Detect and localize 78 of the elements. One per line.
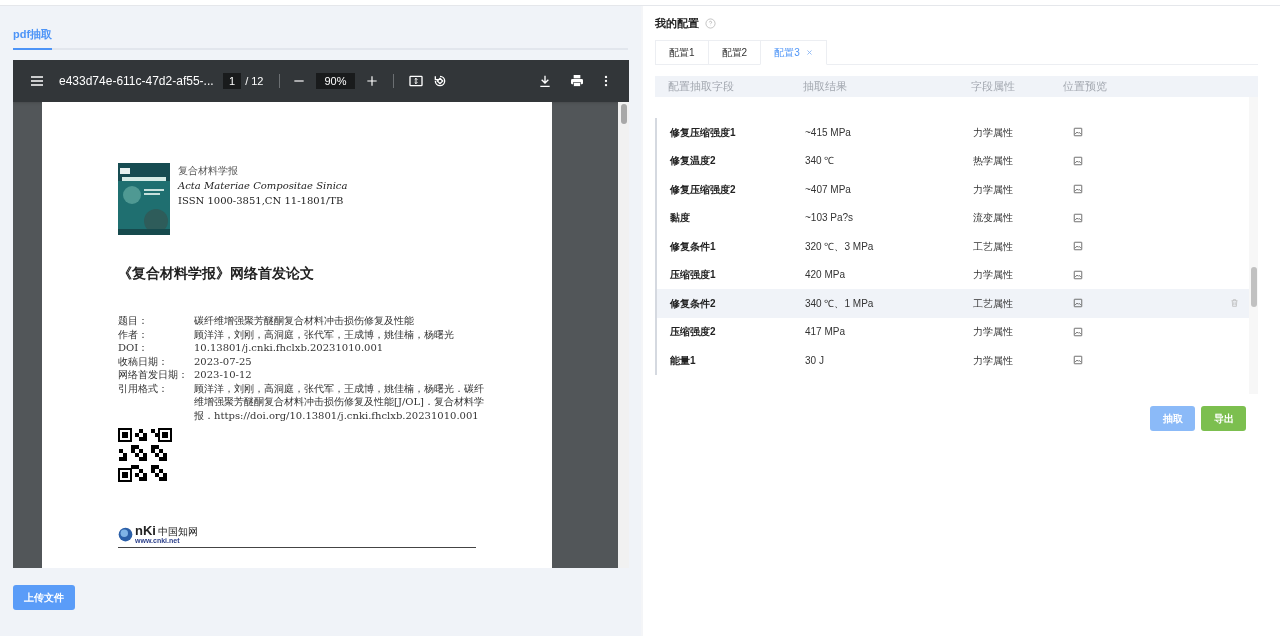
- meta-value: 顾洋洋，刘刚，高洞庭，张代军，王成博，姚佳楠，杨曙光．碳纤维增强聚芳醚酮复合材料冲击损伤修复及性能[J/OL]．复合材料学报．https://doi.org/10.13801/j.cnki.fhclxb.20231010.001: [194, 381, 486, 422]
- qr-code-icon: [118, 428, 172, 482]
- column-header: 配置抽取字段: [668, 79, 735, 95]
- meta-value: 顾洋洋，刘刚，高洞庭，张代军，王成博，姚佳楠，杨曙光: [194, 327, 454, 341]
- journal-name: 复合材料学报: [178, 164, 239, 177]
- table-cell-text: 修复压缩强度1: [670, 125, 737, 140]
- tab[interactable]: pdf抽取: [13, 24, 53, 50]
- image-icon[interactable]: [1073, 355, 1083, 366]
- table-cell-text: 流变属性: [973, 211, 1014, 226]
- close-icon[interactable]: [805, 49, 813, 56]
- meta-label: 网络首发日期：: [118, 368, 189, 382]
- page-total: / 12: [245, 73, 264, 89]
- meta-label: 收稿日期：: [118, 354, 169, 368]
- table-cell-text: 力学属性: [973, 125, 1014, 140]
- meta-label: 作者：: [118, 327, 149, 341]
- issn-text: ISSN 1000-3851,CN 11-1801/TB: [178, 194, 345, 207]
- download-icon[interactable]: [537, 73, 553, 89]
- table-cell-text: 420 MPa: [805, 268, 847, 283]
- table-cell-text: 修复条件1: [670, 239, 717, 254]
- menu-icon[interactable]: [29, 73, 45, 89]
- meta-value: 碳纤维增强聚芳醚酮复合材料冲击损伤修复及性能: [194, 314, 414, 328]
- column-header: 抽取结果: [803, 79, 848, 95]
- table-cell-text: 工艺属性: [973, 239, 1014, 254]
- table-cell-text: 力学属性: [973, 182, 1014, 197]
- logo-text: nKi: [135, 524, 156, 537]
- table-cell-text: 修复压缩强度2: [670, 182, 737, 197]
- table-cell-text: 力学属性: [973, 353, 1014, 368]
- extract-button[interactable]: 抽取: [1150, 406, 1195, 431]
- image-icon[interactable]: [1073, 298, 1083, 309]
- image-icon[interactable]: [1073, 212, 1083, 223]
- table-cell-text: 417 MPa: [805, 325, 847, 340]
- table-cell-text: 黏度: [670, 211, 691, 226]
- table-cell-text: ~103 Pa?s: [805, 211, 855, 226]
- column-header: 位置预览: [1063, 79, 1108, 95]
- tab[interactable]: 配置3: [760, 40, 827, 65]
- table-cell-text: 340 ℃: [805, 154, 836, 169]
- image-icon[interactable]: [1073, 241, 1083, 252]
- table-cell-text: 工艺属性: [973, 296, 1014, 311]
- table-cell-text: 30 J: [805, 353, 825, 368]
- table-cell-text: 修复条件2: [670, 296, 717, 311]
- print-icon[interactable]: [569, 73, 585, 89]
- image-icon[interactable]: [1073, 184, 1083, 195]
- globe-icon: [118, 526, 133, 542]
- image-icon[interactable]: [1073, 155, 1083, 166]
- image-icon[interactable]: [1073, 269, 1083, 280]
- table-cell-text: 能量1: [670, 353, 697, 368]
- upload-button[interactable]: 上传文件: [13, 585, 75, 610]
- tab[interactable]: 配置1: [655, 40, 709, 65]
- logo-text: 中国知网: [157, 527, 198, 537]
- table-cell-text: ~407 MPa: [805, 182, 852, 197]
- table-cell-text: 修复温度2: [670, 154, 717, 169]
- plus-icon[interactable]: [364, 74, 379, 88]
- page-number-field[interactable]: 1: [223, 73, 242, 89]
- export-button[interactable]: 导出: [1201, 406, 1246, 431]
- scrollbar[interactable]: [618, 102, 629, 568]
- table-cell-text: 压缩强度1: [670, 268, 717, 283]
- image-icon[interactable]: [1073, 127, 1083, 138]
- section-title: 我的配置: [655, 15, 699, 31]
- column-header: 字段属性: [971, 79, 1016, 95]
- table-cell-text: ~415 MPa: [805, 125, 852, 140]
- meta-label: 题目：: [118, 314, 149, 328]
- meta-value: 2023-10-12: [194, 368, 252, 382]
- zoom-field[interactable]: 90%: [316, 73, 355, 89]
- table-cell-text: 340 ℃、1 MPa: [805, 296, 875, 311]
- meta-label: DOI：: [118, 341, 150, 355]
- image-icon[interactable]: [1073, 326, 1083, 337]
- scrollbar[interactable]: [1249, 97, 1258, 394]
- table-cell-text: 320 ℃、3 MPa: [805, 239, 875, 254]
- table-cell-text: 力学属性: [973, 325, 1014, 340]
- table-cell-text: 力学属性: [973, 268, 1014, 283]
- meta-value: 10.13801/j.cnki.fhclxb.20231010.001: [194, 341, 384, 355]
- fit-page-icon[interactable]: [407, 73, 424, 89]
- journal-name-english: Acta Materiae Compositae Sinica: [178, 179, 348, 192]
- meta-label: 引用格式：: [118, 381, 169, 396]
- meta-value: 2023-07-25: [194, 354, 252, 368]
- table-cell-text: 热学属性: [973, 154, 1014, 169]
- paper-heading: 《复合材料学报》网络首发论文: [118, 264, 315, 283]
- table-cell-text: 压缩强度2: [670, 325, 717, 340]
